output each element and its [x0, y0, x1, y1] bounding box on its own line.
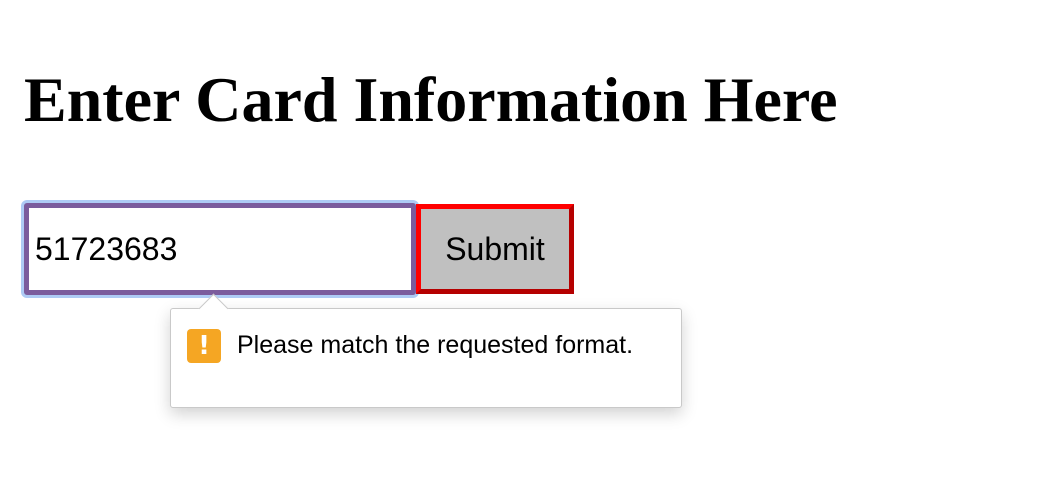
warning-icon: ! [187, 329, 221, 363]
validation-message: Please match the requested format. [237, 331, 634, 359]
validation-tooltip: ! Please match the requested format. [170, 293, 682, 408]
tooltip-arrow [198, 293, 229, 324]
page-title: Enter Card Information Here [24, 64, 838, 135]
card-number-input[interactable] [24, 203, 416, 295]
submit-button[interactable]: Submit [416, 204, 574, 294]
